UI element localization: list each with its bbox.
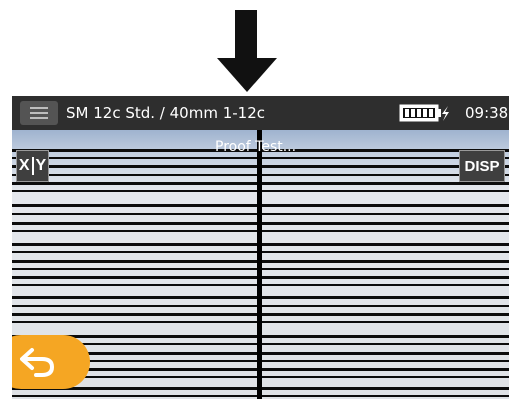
x-label: X [18, 157, 30, 174]
back-arrow-icon [20, 348, 54, 377]
down-arrow-icon [217, 10, 277, 92]
center-line [257, 130, 262, 399]
splice-mode-title: SM 12c Std. / 40mm 1-12c [66, 104, 265, 122]
screenshot-root: SM 12c Std. / 40mm 1-12c 09:38 Proof Tes… [0, 0, 509, 399]
xy-view-button[interactable]: X Y [16, 150, 49, 182]
menu-button[interactable] [20, 101, 58, 125]
clock: 09:38 [465, 104, 509, 122]
xy-separator [31, 157, 34, 175]
y-label: Y [35, 157, 47, 174]
disp-button[interactable]: DISP [459, 150, 505, 182]
menu-icon [30, 117, 48, 119]
battery-charging-icon [399, 104, 449, 122]
title-bar: SM 12c Std. / 40mm 1-12c 09:38 [12, 96, 509, 130]
menu-icon [30, 112, 48, 114]
splicer-screen: SM 12c Std. / 40mm 1-12c 09:38 Proof Tes… [12, 96, 509, 399]
back-button[interactable] [12, 335, 90, 389]
fiber-image-view: Proof Test... X Y DISP [12, 130, 509, 399]
menu-icon [30, 107, 48, 109]
status-label: Proof Test... [215, 139, 297, 155]
